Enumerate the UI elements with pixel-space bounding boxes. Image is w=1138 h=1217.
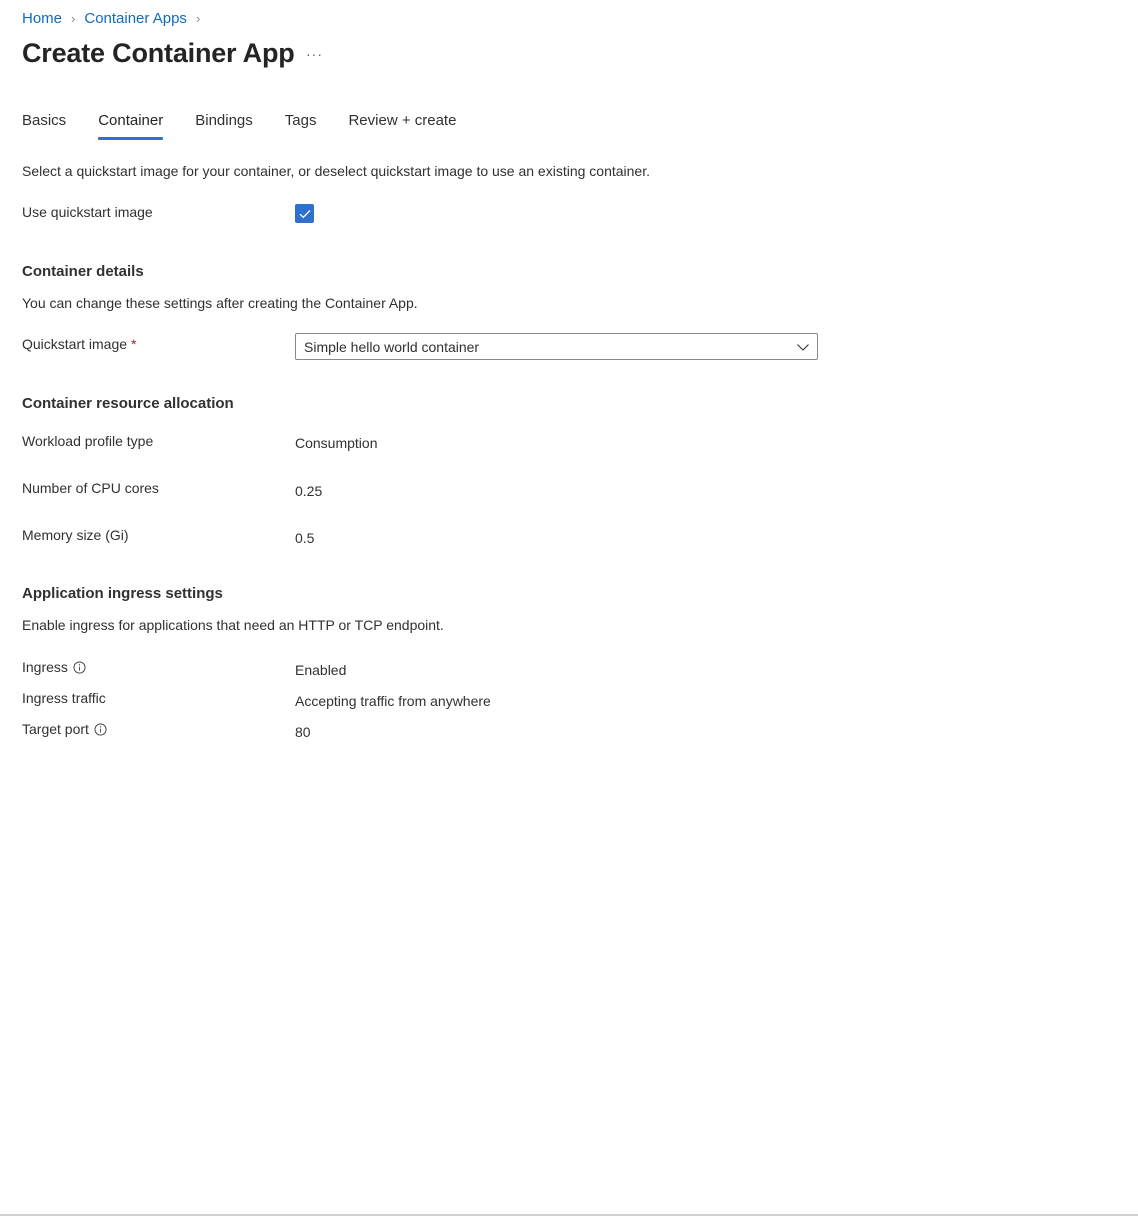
- workload-profile-value: Consumption: [295, 435, 378, 451]
- tab-review-create[interactable]: Review + create: [348, 112, 456, 139]
- resource-allocation-heading: Container resource allocation: [22, 395, 234, 412]
- ingress-value: Enabled: [295, 662, 347, 678]
- target-port-label-text: Target port: [22, 721, 89, 737]
- cpu-cores-value: 0.25: [295, 483, 323, 499]
- quickstart-image-label: Quickstart image *: [22, 336, 137, 352]
- quickstart-image-selected-value: Simple hello world container: [304, 338, 480, 355]
- target-port-label: Target port: [22, 721, 107, 737]
- container-details-description: You can change these settings after crea…: [22, 295, 418, 311]
- breadcrumb-home-link[interactable]: Home: [22, 10, 62, 27]
- ingress-label: Ingress: [22, 659, 86, 675]
- tab-bar: Basics Container Bindings Tags Review + …: [22, 112, 488, 140]
- checkmark-icon: [299, 209, 310, 218]
- required-marker: *: [131, 336, 137, 352]
- chevron-down-icon: [797, 343, 809, 351]
- cpu-cores-label: Number of CPU cores: [22, 480, 159, 496]
- footer-divider: [0, 1214, 1138, 1216]
- info-icon[interactable]: [73, 661, 86, 674]
- info-icon[interactable]: [94, 723, 107, 736]
- ingress-label-text: Ingress: [22, 659, 68, 675]
- container-details-heading: Container details: [22, 263, 144, 280]
- more-options-button[interactable]: ···: [306, 46, 323, 62]
- breadcrumb: Home › Container Apps ›: [22, 10, 209, 27]
- intro-text: Select a quickstart image for your conta…: [22, 163, 650, 179]
- quickstart-image-label-text: Quickstart image: [22, 336, 128, 352]
- tab-bindings[interactable]: Bindings: [195, 112, 253, 139]
- memory-size-label: Memory size (Gi): [22, 527, 129, 543]
- memory-size-value: 0.5: [295, 530, 315, 546]
- chevron-right-icon: ›: [71, 11, 76, 26]
- chevron-right-icon: ›: [195, 11, 201, 26]
- ingress-heading: Application ingress settings: [22, 585, 223, 602]
- tab-basics[interactable]: Basics: [22, 112, 66, 139]
- ingress-traffic-value: Accepting traffic from anywhere: [295, 693, 491, 709]
- tab-container[interactable]: Container: [98, 112, 164, 140]
- tab-tags[interactable]: Tags: [285, 112, 317, 139]
- use-quickstart-checkbox[interactable]: [295, 204, 314, 223]
- workload-profile-label: Workload profile type: [22, 433, 154, 449]
- breadcrumb-container-apps-link[interactable]: Container Apps: [84, 10, 187, 27]
- ingress-description: Enable ingress for applications that nee…: [22, 617, 444, 633]
- ingress-traffic-label: Ingress traffic: [22, 690, 106, 706]
- target-port-value: 80: [295, 724, 311, 740]
- page-title: Create Container App: [22, 38, 295, 68]
- quickstart-image-dropdown[interactable]: Simple hello world container: [295, 333, 818, 360]
- use-quickstart-label: Use quickstart image: [22, 204, 153, 220]
